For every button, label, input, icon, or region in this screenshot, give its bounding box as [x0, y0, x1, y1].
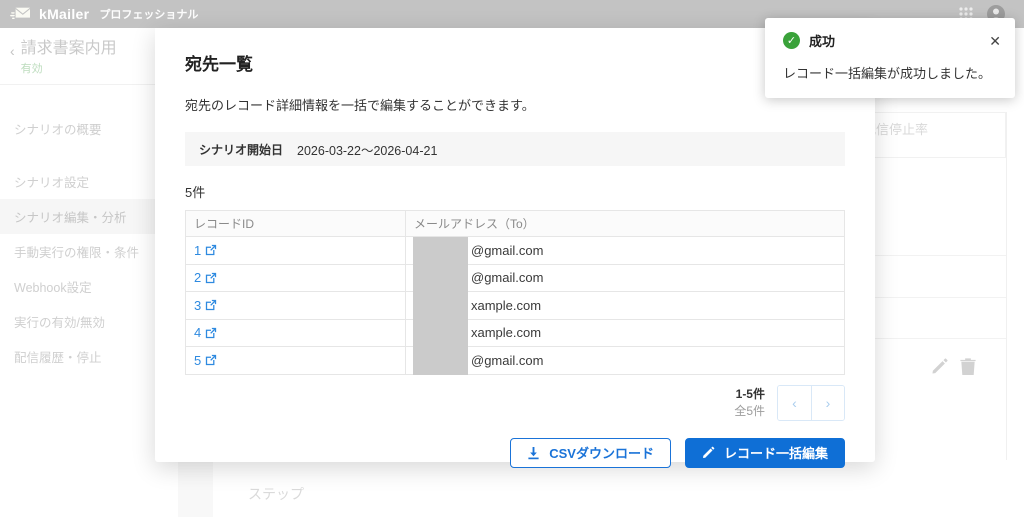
record-link[interactable]: 3 [194, 298, 217, 313]
record-link[interactable]: 2 [194, 270, 217, 285]
plan-label: プロフェッショナル [99, 9, 199, 21]
record-link[interactable]: 1 [194, 243, 217, 258]
pagination-range: 1-5件 [735, 387, 765, 402]
column-header-email: メールアドレス（To） [405, 210, 845, 237]
sidebar-item[interactable]: 手動実行の権限・条件 [0, 234, 155, 269]
toast-title: 成功 [809, 34, 836, 49]
table-row: 5 @gmail.com [185, 346, 845, 375]
next-page-button[interactable]: › [811, 385, 844, 420]
record-link[interactable]: 5 [194, 353, 217, 368]
table-row: 3 xample.com [185, 291, 845, 320]
bg-panel [178, 462, 213, 517]
sidebar-item[interactable]: シナリオ編集・分析 [0, 199, 155, 235]
download-icon [528, 446, 539, 459]
table-row: 4 xample.com [185, 318, 845, 347]
recipient-table: レコードID メールアドレス（To） 1 @gmail.com 2 @gmail… [185, 210, 845, 375]
external-link-icon [206, 272, 217, 283]
scenario-start-date-bar: シナリオ開始日 2026-03-22～2026-04-21 [185, 132, 845, 166]
record-id: 4 [194, 325, 202, 341]
status-badge: 有効 [20, 63, 43, 76]
brand-logo[interactable]: kMailer [10, 5, 89, 23]
sidebar-item[interactable]: 実行の有効/無効 [0, 304, 155, 339]
bg-divider [875, 297, 1006, 298]
external-link-icon [206, 300, 217, 311]
pencil-icon [703, 446, 715, 458]
table-row: 1 @gmail.com [185, 236, 845, 265]
pencil-icon[interactable] [930, 357, 949, 376]
sidebar-item[interactable]: Webhook設定 [0, 269, 155, 304]
record-id: 1 [194, 242, 202, 258]
sidebar: ‹ 請求書案内用 有効 シナリオの概要 シナリオ設定 シナリオ編集・分析 手動実行の権… [0, 28, 155, 517]
modal-title: 宛先一覧 [185, 55, 253, 74]
modal-description: 宛先のレコード詳細情報を一括で編集することができます。 [185, 98, 535, 113]
scenario-start-date-label: シナリオ開始日 [199, 142, 284, 157]
record-id: 3 [194, 297, 202, 313]
scenario-start-date-value: 2026-03-22～2026-04-21 [297, 143, 438, 158]
close-icon[interactable]: ✕ [989, 34, 1001, 48]
bg-divider [875, 255, 1006, 256]
scenario-title: 請求書案内用 [20, 40, 117, 57]
trash-icon[interactable] [959, 357, 977, 376]
sidebar-item[interactable]: シナリオの概要 [0, 111, 155, 146]
stat-value: 0 [863, 141, 1005, 155]
csv-download-label: CSVダウンロード [549, 446, 654, 461]
record-count: 5件 [185, 185, 206, 200]
external-link-icon [206, 245, 217, 256]
table-row: 2 @gmail.com [185, 263, 845, 292]
sidebar-item[interactable]: シナリオ設定 [0, 164, 155, 199]
record-link[interactable]: 4 [194, 325, 217, 340]
mail-logo-icon [10, 7, 30, 20]
record-id: 5 [194, 352, 202, 368]
pagination: 1-5件 全5件 ‹ › [185, 384, 845, 421]
bulk-edit-label: レコード一括編集 [723, 446, 828, 461]
csv-download-button[interactable]: CSVダウンロード [510, 437, 671, 468]
record-id: 2 [194, 270, 202, 286]
success-check-icon: ✓ [783, 32, 800, 49]
brand-name: kMailer [39, 6, 90, 22]
bg-panel-edge [1006, 112, 1007, 460]
stat-label: 配信停止率 [863, 122, 929, 137]
prev-page-button[interactable]: ‹ [778, 385, 811, 420]
redaction-overlay [413, 237, 468, 375]
chevron-right-icon: › [825, 394, 831, 411]
step-label: ステップ [248, 486, 304, 502]
sidebar-nav: シナリオの概要 シナリオ設定 シナリオ編集・分析 手動実行の権限・条件 Webhook設… [0, 111, 155, 374]
toast-message: レコード一括編集が成功しました。 [783, 66, 992, 81]
external-link-icon [206, 355, 217, 366]
bulk-edit-button[interactable]: レコード一括編集 [684, 437, 845, 468]
sidebar-item[interactable]: 配信履歴・停止 [0, 339, 155, 374]
chevron-left-icon[interactable]: ‹ [10, 43, 15, 76]
column-header-record-id: レコードID [185, 210, 406, 237]
external-link-icon [206, 327, 217, 338]
pagination-total: 全5件 [734, 403, 765, 418]
bg-divider [875, 338, 1006, 339]
success-toast: ✓ 成功 ✕ レコード一括編集が成功しました。 [765, 18, 1015, 98]
chevron-left-icon: ‹ [792, 394, 797, 411]
